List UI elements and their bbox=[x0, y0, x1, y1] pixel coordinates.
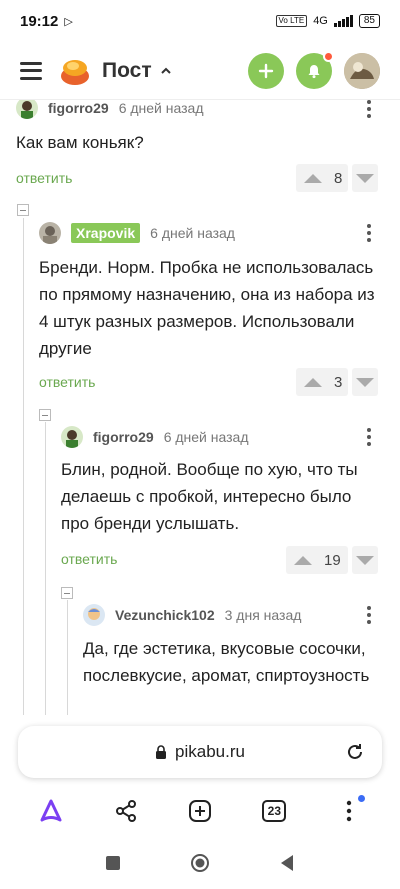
status-bar: 19:12 ▷ Vo LTE 4G 85 bbox=[0, 0, 400, 42]
bell-icon bbox=[308, 64, 320, 78]
comment-avatar[interactable] bbox=[83, 604, 105, 626]
plus-icon bbox=[258, 63, 274, 78]
comment-header: Vezunchick102 3 дня назад bbox=[83, 604, 301, 626]
home-icon[interactable] bbox=[190, 853, 210, 873]
system-nav-bar bbox=[0, 840, 400, 886]
arrow-down-icon bbox=[356, 555, 374, 565]
comment-username[interactable]: figorro29 bbox=[48, 100, 109, 116]
comment-time: 6 дней назад bbox=[118, 100, 204, 116]
tab-count: 23 bbox=[262, 800, 287, 822]
volte-indicator: Vo LTE bbox=[275, 15, 308, 27]
upvote-button[interactable]: 19 bbox=[286, 546, 348, 574]
menu-badge bbox=[357, 795, 365, 802]
address-bar[interactable]: pikabu.ru bbox=[18, 726, 382, 778]
arrow-down-icon bbox=[356, 377, 374, 387]
status-time: 19:12 bbox=[20, 12, 59, 30]
notification-badge bbox=[323, 50, 334, 62]
downvote-button[interactable] bbox=[352, 164, 378, 192]
comment-avatar[interactable] bbox=[61, 426, 83, 448]
upvote-button[interactable]: 8 bbox=[296, 164, 348, 192]
more-options-icon[interactable] bbox=[366, 224, 372, 242]
menu-icon[interactable] bbox=[20, 61, 42, 80]
user-avatar[interactable] bbox=[344, 52, 380, 89]
chevron-up-icon[interactable] bbox=[160, 65, 172, 77]
add-post-button[interactable] bbox=[248, 52, 284, 89]
back-icon[interactable] bbox=[279, 854, 295, 872]
upvote-button[interactable]: 3 bbox=[296, 368, 348, 396]
more-options-icon[interactable] bbox=[366, 606, 372, 624]
comment-username[interactable]: Vezunchick102 bbox=[115, 607, 215, 623]
reply-link[interactable]: ответить bbox=[61, 551, 117, 567]
arrow-up-icon bbox=[294, 555, 312, 565]
downvote-button[interactable] bbox=[352, 546, 378, 574]
comment-time: 6 дней назад bbox=[150, 225, 235, 241]
comment-time: 3 дня назад bbox=[224, 607, 302, 623]
new-tab-button[interactable] bbox=[178, 789, 222, 833]
comment-text: Бренди. Норм. Пробка не использовалась п… bbox=[39, 258, 375, 358]
arrow-down-icon bbox=[356, 173, 374, 183]
signal-icon bbox=[333, 15, 353, 27]
reply-link[interactable]: ответить bbox=[16, 170, 72, 186]
alice-button[interactable] bbox=[29, 789, 73, 833]
downvote-button[interactable] bbox=[352, 368, 378, 396]
comments-list: figorro29 6 дней назад Как вам коньяк? о… bbox=[0, 100, 400, 715]
app-header: Пост bbox=[0, 42, 400, 100]
more-vertical-icon bbox=[346, 800, 351, 822]
comment-header: figorro29 6 дней назад bbox=[16, 100, 204, 119]
arrow-up-icon bbox=[304, 173, 322, 183]
arrow-up-icon bbox=[304, 377, 322, 387]
recents-icon[interactable] bbox=[105, 855, 121, 871]
comment-avatar[interactable] bbox=[39, 222, 61, 244]
browser-toolbar: 23 bbox=[0, 788, 400, 834]
vote-controls: 3 bbox=[296, 368, 378, 396]
vote-controls: 8 bbox=[296, 164, 378, 192]
thread-line bbox=[45, 422, 46, 715]
share-button[interactable] bbox=[104, 789, 148, 833]
rating-count: 3 bbox=[334, 373, 343, 391]
comment-username[interactable]: figorro29 bbox=[93, 429, 154, 445]
battery-icon: 85 bbox=[358, 14, 380, 28]
thread-line bbox=[67, 600, 68, 715]
comment-text: Да, где эстетика, вкусовые сосочки, посл… bbox=[83, 639, 370, 685]
comment-avatar[interactable] bbox=[16, 100, 38, 119]
alice-icon bbox=[40, 799, 62, 822]
url-text[interactable]: pikabu.ru bbox=[175, 742, 245, 762]
more-options-icon[interactable] bbox=[366, 428, 372, 446]
vote-controls: 19 bbox=[286, 546, 378, 574]
share-icon bbox=[115, 800, 136, 822]
browser-menu-button[interactable] bbox=[327, 789, 371, 833]
pikabu-logo[interactable] bbox=[58, 56, 92, 86]
play-icon: ▷ bbox=[64, 15, 73, 28]
notifications-button[interactable] bbox=[296, 50, 334, 89]
plus-square-icon bbox=[188, 800, 211, 822]
collapse-thread-button[interactable] bbox=[39, 409, 51, 421]
tabs-button[interactable]: 23 bbox=[252, 789, 296, 833]
rating-count: 8 bbox=[334, 169, 343, 187]
thread-line bbox=[23, 218, 24, 715]
network-type: 4G bbox=[313, 15, 328, 27]
lock-icon bbox=[156, 745, 167, 759]
comment-text: Как вам коньяк? bbox=[16, 133, 144, 152]
more-options-icon[interactable] bbox=[366, 100, 372, 118]
comment-header: Xrapovik 6 дней назад bbox=[39, 222, 235, 244]
comment-time: 6 дней назад bbox=[163, 429, 249, 445]
collapse-thread-button[interactable] bbox=[17, 204, 29, 216]
reload-icon[interactable] bbox=[344, 741, 366, 763]
collapse-thread-button[interactable] bbox=[61, 587, 73, 599]
page-title[interactable]: Пост bbox=[102, 59, 152, 83]
rating-count: 19 bbox=[324, 551, 341, 569]
reply-link[interactable]: ответить bbox=[39, 374, 95, 390]
comment-username[interactable]: Xrapovik bbox=[71, 223, 141, 243]
comment-header: figorro29 6 дней назад bbox=[61, 426, 249, 448]
comment-text: Блин, родной. Вообще по хую, что ты дела… bbox=[61, 460, 358, 533]
